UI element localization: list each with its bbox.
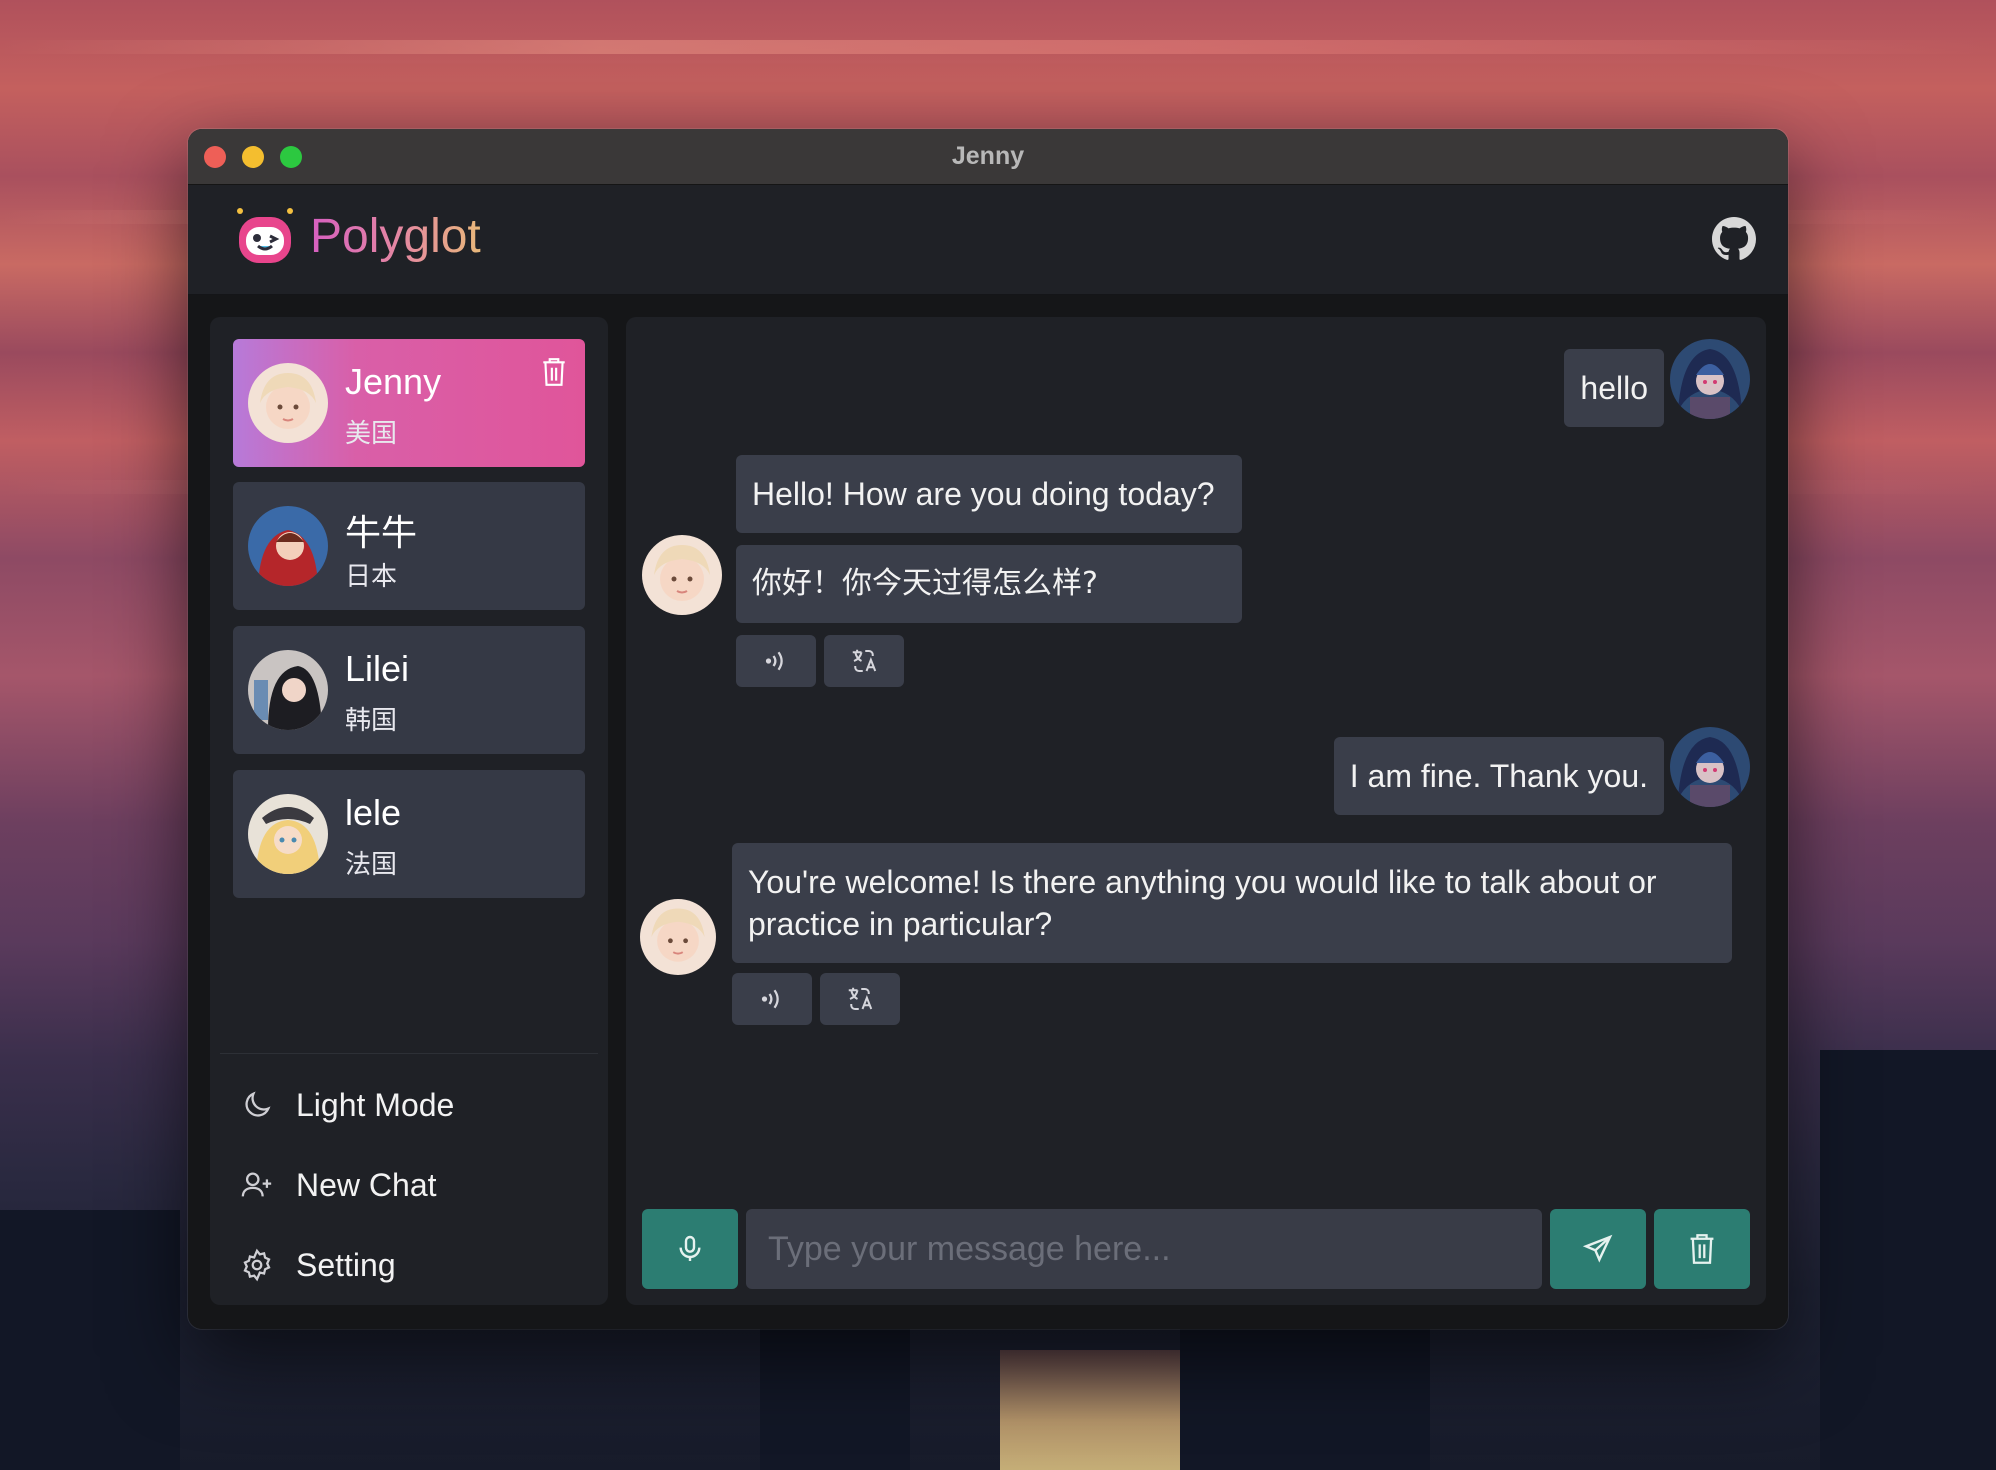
sidebar-divider bbox=[220, 1053, 598, 1054]
assistant-message-bubble: You're welcome! Is there anything you wo… bbox=[732, 843, 1732, 963]
assistant-message-bubble: Hello! How are you doing today? bbox=[736, 455, 1242, 533]
contact-item-niuniu[interactable]: 牛牛 日本 bbox=[233, 482, 585, 610]
contact-name: 牛牛 bbox=[345, 512, 418, 553]
avatar bbox=[248, 650, 328, 730]
speaker-wave-icon bbox=[761, 989, 779, 1009]
microphone-button[interactable] bbox=[642, 1209, 738, 1289]
contact-item-jenny[interactable]: Jenny 美国 bbox=[233, 339, 585, 467]
speak-button[interactable] bbox=[736, 635, 816, 687]
app-header: Polyglot bbox=[188, 185, 1788, 295]
contact-language: 韩国 bbox=[345, 706, 398, 736]
building bbox=[1180, 1310, 1430, 1470]
user-message-bubble: I am fine. Thank you. bbox=[1333, 737, 1664, 815]
user-message-bubble: hello bbox=[1564, 349, 1664, 427]
translate-button[interactable] bbox=[824, 635, 904, 687]
github-icon[interactable] bbox=[1712, 217, 1756, 261]
gear-icon bbox=[243, 1248, 271, 1282]
moon-icon bbox=[245, 1091, 271, 1117]
microphone-icon bbox=[679, 1235, 701, 1261]
speaker-wave-icon bbox=[765, 651, 783, 671]
send-icon bbox=[1582, 1234, 1613, 1263]
message-input[interactable] bbox=[746, 1209, 1542, 1289]
new-chat-label: New Chat bbox=[296, 1166, 437, 1203]
send-button[interactable] bbox=[1550, 1209, 1646, 1289]
clear-chat-button[interactable] bbox=[1654, 1209, 1750, 1289]
contact-language: 日本 bbox=[345, 562, 398, 592]
app-window: Jenny Polyglot Jenny 美国 牛牛 日本 Lilei 韩国 l… bbox=[188, 129, 1788, 1329]
speak-button[interactable] bbox=[732, 973, 812, 1025]
contact-language: 法国 bbox=[345, 850, 398, 880]
add-user-icon bbox=[241, 1172, 272, 1197]
window-title: Jenny bbox=[951, 142, 1025, 170]
logo: Polyglot bbox=[234, 205, 481, 267]
assistant-avatar bbox=[642, 535, 722, 615]
assistant-avatar bbox=[640, 899, 716, 975]
contact-name: Lilei bbox=[345, 648, 410, 689]
translate-icon bbox=[848, 987, 873, 1010]
contact-item-lele[interactable]: lele 法国 bbox=[233, 770, 585, 898]
user-avatar bbox=[1670, 339, 1750, 419]
chat-panel: hello Hello! How are you doing today? 你好… bbox=[626, 317, 1766, 1305]
translation-bubble: 你好！你今天过得怎么样? bbox=[736, 545, 1242, 623]
avatar bbox=[248, 506, 328, 586]
setting-button[interactable]: Setting bbox=[240, 1235, 396, 1295]
user-avatar bbox=[1670, 727, 1750, 807]
translate-button[interactable] bbox=[820, 973, 900, 1025]
brand-name: Polyglot bbox=[310, 209, 481, 263]
app-body: Jenny 美国 牛牛 日本 Lilei 韩国 lele 法国 Light Mo… bbox=[188, 295, 1788, 1329]
light-mode-label: Light Mode bbox=[296, 1086, 455, 1123]
message-composer bbox=[642, 1209, 1750, 1289]
contact-name: lele bbox=[345, 792, 402, 833]
delete-contact-icon[interactable] bbox=[541, 357, 567, 387]
trash-icon bbox=[1690, 1234, 1714, 1264]
avatar bbox=[248, 794, 328, 874]
translate-icon bbox=[852, 649, 877, 672]
city-glow bbox=[1000, 1350, 1180, 1470]
contact-name: Jenny bbox=[345, 361, 442, 402]
robot-logo-icon bbox=[234, 205, 296, 267]
title-bar: Jenny bbox=[188, 129, 1788, 185]
light-mode-button[interactable]: Light Mode bbox=[240, 1075, 454, 1135]
building bbox=[0, 1210, 180, 1470]
avatar bbox=[248, 363, 328, 443]
new-chat-button[interactable]: New Chat bbox=[240, 1155, 437, 1215]
sky-streak bbox=[0, 40, 1996, 54]
contact-language: 美国 bbox=[345, 419, 398, 449]
setting-label: Setting bbox=[296, 1246, 396, 1283]
building bbox=[1820, 1050, 1996, 1470]
sidebar: Jenny 美国 牛牛 日本 Lilei 韩国 lele 法国 Light Mo… bbox=[210, 317, 608, 1305]
contact-item-lilei[interactable]: Lilei 韩国 bbox=[233, 626, 585, 754]
